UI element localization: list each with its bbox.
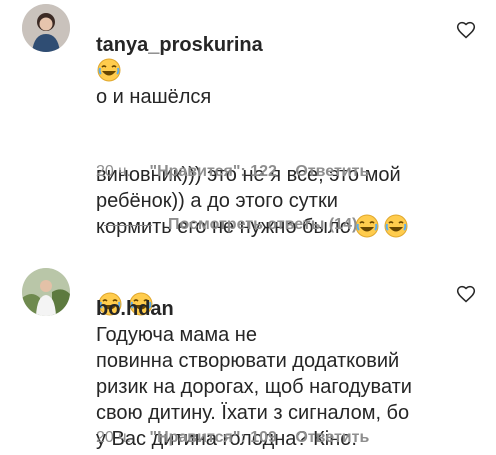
- comment-meta: 20 ч. "Нравится": 122 Ответить: [96, 162, 383, 182]
- comment-text-start: о и нашёлся: [96, 86, 212, 108]
- comment-time[interactable]: 20 ч.: [96, 163, 131, 180]
- reply-button[interactable]: Ответить: [295, 429, 369, 446]
- laughing-emoji-icon: [355, 214, 379, 238]
- heart-outline-icon[interactable]: [456, 284, 476, 304]
- reply-button[interactable]: Ответить: [295, 163, 369, 180]
- comment-meta: 20 ч. "Нравится": 109 Ответить: [96, 428, 383, 448]
- laughing-emoji-icon: [97, 58, 121, 82]
- username[interactable]: tanya_proskurina: [96, 34, 263, 56]
- laughing-emoji-icon: [384, 214, 408, 238]
- username[interactable]: bo.hdan: [96, 298, 174, 320]
- view-replies-button[interactable]: Посмотреть ответы (14): [104, 215, 357, 235]
- likes-count[interactable]: "Нравится": 109: [149, 429, 276, 446]
- view-replies-label: Посмотреть ответы (14): [168, 216, 358, 233]
- avatar[interactable]: [22, 4, 70, 52]
- likes-count[interactable]: "Нравится": 122: [149, 163, 276, 180]
- divider-line: [104, 224, 152, 226]
- heart-outline-icon[interactable]: [456, 20, 476, 40]
- comment-time[interactable]: 20 ч.: [96, 429, 131, 446]
- avatar[interactable]: [22, 268, 70, 316]
- comment-text: bo.hdan Годуюча мама не повинна створюва…: [96, 270, 456, 452]
